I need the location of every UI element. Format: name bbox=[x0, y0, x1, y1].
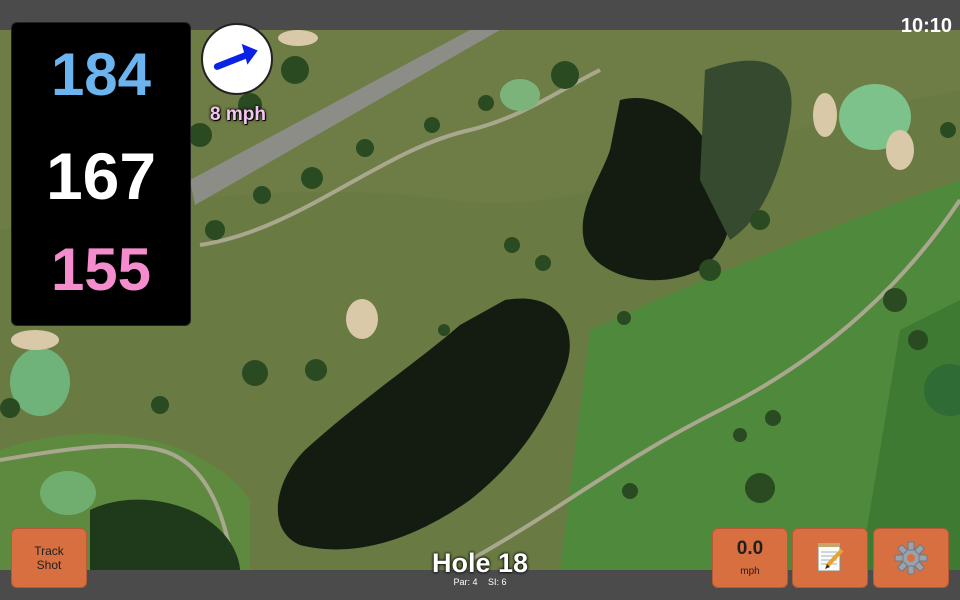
distance-back: 184 bbox=[50, 41, 152, 108]
wind-speed: 8 mph bbox=[210, 104, 266, 125]
gear-icon bbox=[894, 541, 928, 575]
track-shot-button[interactable]: Track Shot bbox=[11, 528, 87, 588]
clock: 10:10 bbox=[900, 15, 952, 37]
distance-middle: 167 bbox=[45, 139, 157, 213]
distance-front: 155 bbox=[50, 236, 152, 303]
hole-stroke-index: SI: 6 bbox=[488, 577, 507, 587]
hole-title: Hole 18 bbox=[431, 548, 529, 578]
track-shot-label: Track Shot bbox=[34, 544, 64, 572]
hole-info: Par: 4 SI: 6 bbox=[380, 577, 580, 587]
wind-indicator bbox=[201, 23, 273, 95]
notepad-icon bbox=[817, 543, 844, 572]
distance-panel: 184 167 155 bbox=[11, 22, 191, 326]
shot-speed-value: 0.0 bbox=[736, 538, 764, 559]
settings-button[interactable] bbox=[873, 528, 949, 588]
shot-speed-unit: mph bbox=[740, 566, 760, 577]
wind-arrow-icon bbox=[213, 43, 258, 70]
notes-button[interactable] bbox=[792, 528, 868, 588]
hole-par: Par: 4 bbox=[453, 577, 478, 587]
shot-speed-button[interactable]: 0.0 mph bbox=[712, 528, 788, 588]
